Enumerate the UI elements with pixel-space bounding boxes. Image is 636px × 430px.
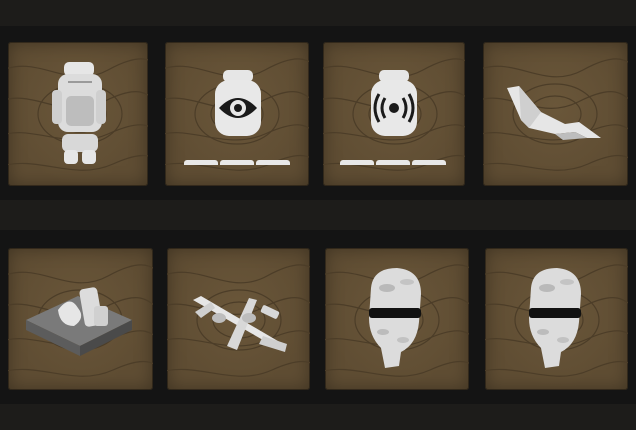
- inventory-slot[interactable]: [483, 42, 628, 186]
- supply-crate-icon: [26, 287, 132, 356]
- camo-balaclava-icon: [369, 268, 421, 368]
- inventory-slot[interactable]: [325, 248, 469, 390]
- inventory-slot[interactable]: [323, 42, 465, 186]
- top-band: [0, 0, 636, 26]
- inventory-slot[interactable]: [8, 42, 148, 186]
- charge-indicators: [340, 160, 446, 165]
- charge-indicators: [184, 160, 290, 165]
- row-separator-band: [0, 200, 636, 230]
- inventory-slot[interactable]: [485, 248, 628, 390]
- inventory-slot[interactable]: [167, 248, 310, 390]
- tactical-backpack-icon: [52, 62, 106, 164]
- gunship-aircraft-icon: [193, 296, 287, 352]
- bottom-band: [0, 404, 636, 430]
- inventory-slot[interactable]: [8, 248, 153, 390]
- stealth-bomber-icon: [507, 86, 601, 140]
- inventory-slot[interactable]: [165, 42, 309, 186]
- camo-balaclava-icon: [529, 268, 581, 368]
